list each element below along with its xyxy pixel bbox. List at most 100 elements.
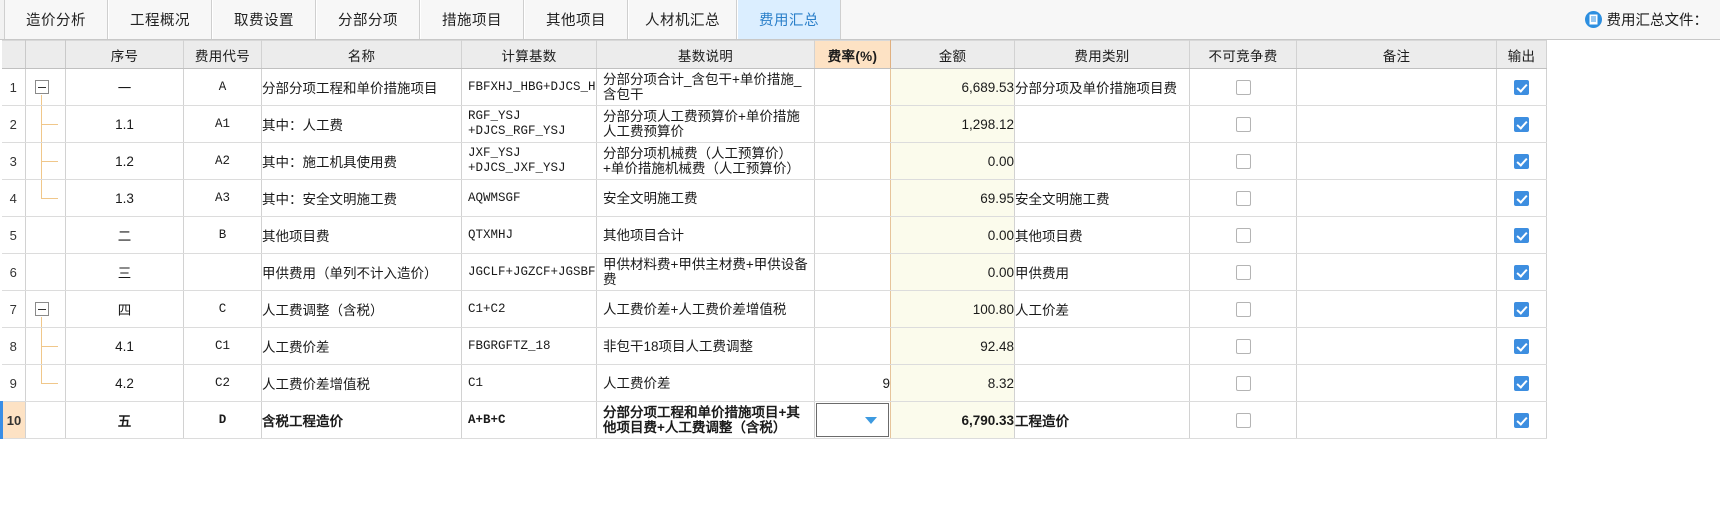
cell-output[interactable] (1496, 179, 1547, 217)
cell-name[interactable]: 分部分项工程和单价措施项目 (261, 68, 462, 106)
cell-output[interactable] (1496, 68, 1547, 106)
tab-6[interactable]: 人材机汇总 (628, 0, 737, 39)
cell-seq[interactable]: 五 (65, 401, 184, 439)
cell-output[interactable] (1496, 364, 1547, 402)
cell-category[interactable] (1014, 105, 1190, 143)
tab-0[interactable]: 造价分析 (4, 0, 108, 39)
cell-amount[interactable]: 8.32 (890, 364, 1015, 402)
row-number[interactable]: 10 (0, 401, 26, 439)
cell-name[interactable]: 其中：安全文明施工费 (261, 179, 462, 217)
column-header-noncomp[interactable]: 不可竞争费 (1189, 40, 1297, 69)
cell-name[interactable]: 人工费调整（含税） (261, 290, 462, 328)
column-header-remark[interactable]: 备注 (1296, 40, 1497, 69)
cell-name[interactable]: 人工费价差 (261, 327, 462, 365)
cell-basedesc[interactable]: 分部分项工程和单价措施项目+其他项目费+人工费调整（含税） (596, 401, 815, 439)
cell-output[interactable] (1496, 105, 1547, 143)
output-checkbox[interactable] (1514, 412, 1529, 428)
cell-code[interactable]: D (183, 401, 262, 439)
cell-noncomp[interactable] (1189, 142, 1297, 180)
cell-category[interactable]: 分部分项及单价措施项目费 (1014, 68, 1190, 106)
column-header-rate[interactable]: 费率(%) (814, 40, 891, 69)
cell-code[interactable]: C2 (183, 364, 262, 402)
cell-basedesc[interactable]: 其他项目合计 (596, 216, 815, 254)
row-number[interactable]: 6 (1, 253, 26, 291)
cell-code[interactable] (183, 253, 262, 291)
cell-seq[interactable]: 1.1 (65, 105, 184, 143)
cell-rate[interactable] (814, 105, 891, 143)
cell-rate[interactable] (814, 327, 891, 365)
cell-category[interactable] (1014, 327, 1190, 365)
row-number[interactable]: 4 (1, 179, 26, 217)
cell-rate[interactable] (814, 290, 891, 328)
cell-rate[interactable] (814, 142, 891, 180)
non-competitive-checkbox[interactable] (1235, 190, 1251, 206)
non-competitive-checkbox[interactable] (1235, 79, 1251, 95)
cell-seq[interactable]: 1.3 (65, 179, 184, 217)
cell-basedesc[interactable]: 安全文明施工费 (596, 179, 815, 217)
non-competitive-checkbox[interactable] (1235, 116, 1251, 132)
column-header-code[interactable]: 费用代号 (183, 40, 262, 69)
cell-category[interactable] (1014, 364, 1190, 402)
cell-base[interactable]: FBFXHJ_HBG+DJCS_HBG (461, 68, 597, 106)
cell-output[interactable] (1496, 253, 1547, 291)
cell-basedesc[interactable]: 分部分项机械费（人工预算价）+单价措施机械费（人工预算价） (596, 142, 815, 180)
cell-category[interactable]: 安全文明施工费 (1014, 179, 1190, 217)
collapse-expander-icon[interactable] (35, 302, 49, 316)
row-number[interactable]: 3 (1, 142, 26, 180)
cell-seq[interactable]: 4.1 (65, 327, 184, 365)
row-number[interactable]: 5 (1, 216, 26, 254)
tab-1[interactable]: 工程概况 (108, 0, 212, 39)
table-row[interactable]: 9 4.2 C2 人工费价差增值税 C1 人工费价差 9 8.32 (1, 364, 1547, 402)
non-competitive-checkbox[interactable] (1235, 375, 1251, 391)
cell-base[interactable]: FBGRGFTZ_18 (461, 327, 597, 365)
cell-base[interactable]: A+B+C (461, 401, 597, 439)
row-number[interactable]: 9 (1, 364, 26, 402)
cell-output[interactable] (1496, 142, 1547, 180)
cell-code[interactable]: C (183, 290, 262, 328)
cell-basedesc[interactable]: 非包干18项目人工费调整 (596, 327, 815, 365)
cell-noncomp[interactable] (1189, 253, 1297, 291)
column-header-base[interactable]: 计算基数 (461, 40, 597, 69)
cell-seq[interactable]: 二 (65, 216, 184, 254)
table-row[interactable]: 7 四 C 人工费调整（含税） C1+C2 人工费价差+人工费价差增值税 100.80 人工价… (1, 290, 1547, 328)
cell-base[interactable]: C1+C2 (461, 290, 597, 328)
cell-basedesc[interactable]: 分部分项合计_含包干+单价措施_含包干 (596, 68, 815, 106)
cell-output[interactable] (1496, 290, 1547, 328)
row-number[interactable]: 2 (1, 105, 26, 143)
row-number[interactable]: 7 (1, 290, 26, 328)
output-checkbox[interactable] (1514, 375, 1529, 391)
rate-editor[interactable] (816, 403, 889, 437)
column-header-name[interactable]: 名称 (261, 40, 462, 69)
column-header-basedesc[interactable]: 基数说明 (596, 40, 815, 69)
cell-code[interactable]: A (183, 68, 262, 106)
cell-name[interactable]: 甲供费用（单列不计入造价） (261, 253, 462, 291)
cell-output[interactable] (1496, 327, 1547, 365)
cell-category[interactable]: 工程造价 (1014, 401, 1190, 439)
non-competitive-checkbox[interactable] (1235, 153, 1251, 169)
cell-noncomp[interactable] (1189, 401, 1297, 439)
cell-amount[interactable]: 0.00 (890, 142, 1015, 180)
cell-code[interactable]: A1 (183, 105, 262, 143)
cell-noncomp[interactable] (1189, 68, 1297, 106)
cell-basedesc[interactable]: 人工费价差+人工费价差增值税 (596, 290, 815, 328)
output-checkbox[interactable] (1514, 153, 1529, 169)
cell-basedesc[interactable]: 人工费价差 (596, 364, 815, 402)
cell-name[interactable]: 人工费价差增值税 (261, 364, 462, 402)
cell-category[interactable] (1014, 142, 1190, 180)
tab-7[interactable]: 费用汇总 (737, 0, 841, 39)
cell-noncomp[interactable] (1189, 216, 1297, 254)
non-competitive-checkbox[interactable] (1235, 338, 1251, 354)
cell-amount[interactable]: 6,790.33 (890, 401, 1015, 439)
non-competitive-checkbox[interactable] (1235, 264, 1251, 280)
non-competitive-checkbox[interactable] (1235, 301, 1251, 317)
column-header-output[interactable]: 输出 (1496, 40, 1547, 69)
table-row[interactable]: 2 1.1 A1 其中：人工费 RGF_YSJ +DJCS_RGF_YSJ 分部分项人工费… (1, 105, 1547, 143)
cell-rate[interactable] (814, 401, 891, 439)
cell-base[interactable]: RGF_YSJ +DJCS_RGF_YSJ (461, 105, 597, 143)
cell-seq[interactable]: 1.2 (65, 142, 184, 180)
cell-rate[interactable] (814, 216, 891, 254)
cell-remark[interactable] (1296, 68, 1497, 106)
column-header-seq[interactable]: 序号 (65, 40, 184, 69)
cell-rate[interactable]: 9 (814, 364, 891, 402)
cell-output[interactable] (1496, 401, 1547, 439)
